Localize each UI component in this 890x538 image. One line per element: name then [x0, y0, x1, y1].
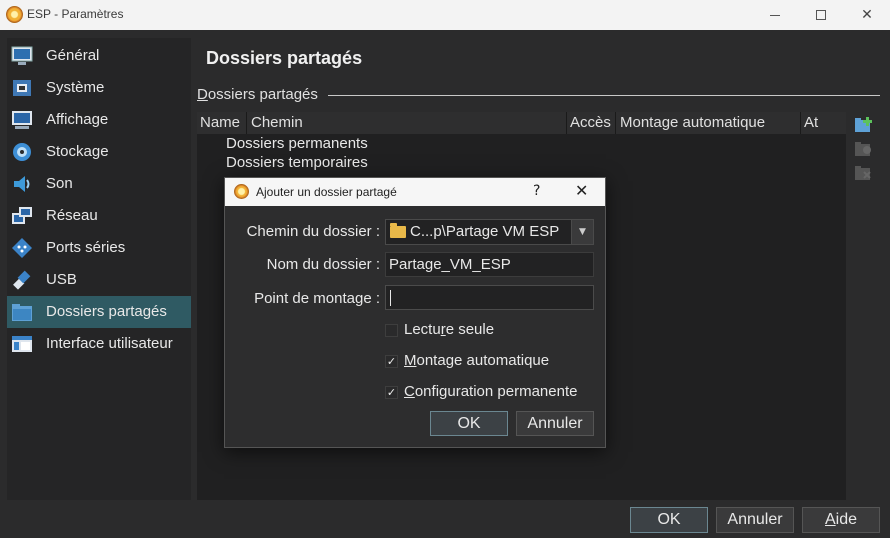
folder-path-label: Chemin du dossier :	[246, 223, 380, 240]
column-separator[interactable]	[566, 112, 567, 134]
help-mnemonic: A	[824, 511, 836, 528]
shared-folder-icon	[12, 304, 32, 321]
maximize-button[interactable]	[798, 0, 844, 30]
automount-label[interactable]: Montage automatique	[404, 352, 549, 369]
sidebar-item-label: Interface utilisateur	[46, 335, 173, 352]
readonly-label-b: e seule	[445, 321, 495, 338]
sidebar-item-network[interactable]: Réseau	[7, 200, 191, 232]
folder-icon	[390, 223, 406, 238]
sidebar-item-label: Ports séries	[46, 239, 126, 256]
folder-name-label: Nom du dossier :	[266, 256, 380, 273]
settings-sidebar: Général Système Affichage Stockage Son R…	[7, 38, 191, 500]
edit-folder-icon[interactable]	[854, 140, 874, 158]
add-folder-icon[interactable]	[854, 116, 874, 134]
column-header-automount[interactable]: Montage automatique	[620, 114, 765, 131]
automount-label-text: ontage automatique	[416, 352, 550, 369]
close-window-button[interactable]: ✕	[844, 0, 890, 30]
help-button[interactable]: Aide	[802, 507, 880, 533]
cancel-button[interactable]: Annuler	[716, 507, 794, 533]
automount-mnemonic: M	[404, 352, 417, 369]
usb-icon	[13, 270, 31, 290]
chevron-down-icon[interactable]: ▼	[571, 220, 593, 244]
remove-folder-icon[interactable]	[854, 164, 874, 182]
column-header-access[interactable]: Accès	[570, 114, 611, 131]
minimize-button[interactable]	[752, 0, 798, 30]
disk-icon	[13, 143, 31, 161]
readonly-label-a: Lectu	[404, 321, 441, 338]
sidebar-item-label: Général	[46, 47, 100, 64]
permanent-label-text: onfiguration permanente	[414, 383, 578, 400]
mount-point-label: Point de montage :	[254, 290, 380, 307]
tree-row-permanent-folders[interactable]: Dossiers permanents	[226, 135, 368, 152]
monitor-icon	[11, 46, 33, 65]
folder-path-value: C...p\Partage VM ESP	[410, 223, 560, 240]
network-icon	[12, 207, 32, 224]
group-label-mnemonic: D	[197, 86, 208, 103]
chip-icon	[13, 80, 31, 96]
dialog-cancel-button[interactable]: Annuler	[516, 411, 594, 436]
permanent-checkbox[interactable]: ✓	[385, 386, 398, 399]
group-label-text: ossiers partagés	[207, 86, 318, 103]
sidebar-item-display[interactable]: Affichage	[7, 104, 191, 136]
sidebar-item-storage[interactable]: Stockage	[7, 136, 191, 168]
sidebar-item-label: Dossiers partagés	[46, 303, 167, 320]
dialog-ok-button[interactable]: OK	[430, 411, 508, 436]
dialog-titlebar: Ajouter un dossier partagé ? ✕	[225, 178, 605, 206]
tree-row-temporary-folders[interactable]: Dossiers temporaires	[226, 154, 368, 171]
sidebar-item-label: Son	[46, 175, 73, 192]
sidebar-item-usb[interactable]: USB	[7, 264, 191, 296]
permanent-label[interactable]: Configuration permanente	[404, 383, 577, 400]
column-separator[interactable]	[615, 112, 616, 134]
automount-checkbox[interactable]: ✓	[385, 355, 398, 368]
display-icon	[12, 111, 32, 129]
readonly-label[interactable]: Lecture seule	[404, 321, 494, 338]
group-divider	[328, 95, 880, 96]
speaker-icon	[14, 176, 30, 192]
window-titlebar: ESP - Paramètres ✕	[0, 0, 890, 30]
ui-icon	[12, 336, 32, 352]
sidebar-item-label: Stockage	[46, 143, 109, 160]
help-label: ide	[835, 511, 858, 528]
sidebar-item-system[interactable]: Système	[7, 72, 191, 104]
window-title: ESP - Paramètres	[27, 7, 124, 21]
sidebar-item-label: USB	[46, 271, 77, 288]
page-title: Dossiers partagés	[206, 48, 363, 68]
dialog-title: Ajouter un dossier partagé	[256, 185, 397, 199]
permanent-mnemonic: C	[404, 383, 415, 400]
sidebar-item-label: Réseau	[46, 207, 98, 224]
virtualbox-app-icon	[234, 184, 249, 199]
serial-port-icon	[12, 238, 32, 258]
column-header-name[interactable]: Name	[200, 114, 240, 131]
shared-folders-group-label: Dossiers partagés	[197, 86, 318, 103]
close-icon: ✕	[861, 7, 873, 23]
table-toolbar	[854, 116, 876, 186]
dialog-help-button[interactable]: ?	[533, 183, 540, 199]
minimize-icon	[770, 14, 780, 16]
sidebar-item-user-interface[interactable]: Interface utilisateur	[7, 328, 191, 360]
sidebar-item-serial-ports[interactable]: Ports séries	[7, 232, 191, 264]
column-separator[interactable]	[800, 112, 801, 134]
sidebar-item-general[interactable]: Général	[7, 40, 191, 72]
column-header-path[interactable]: Chemin	[251, 114, 303, 131]
virtualbox-app-icon	[6, 6, 23, 23]
readonly-checkbox[interactable]	[385, 324, 398, 337]
folder-path-combobox[interactable]: C...p\Partage VM ESP ▼	[385, 219, 594, 245]
column-header-at[interactable]: At	[804, 114, 818, 131]
add-shared-folder-dialog: Ajouter un dossier partagé ? ✕ Chemin du…	[224, 177, 606, 448]
table-header: Name Chemin Accès Montage automatique At	[197, 112, 846, 134]
sidebar-item-audio[interactable]: Son	[7, 168, 191, 200]
mount-point-input[interactable]	[385, 285, 594, 310]
sidebar-item-label: Système	[46, 79, 105, 96]
dialog-close-button[interactable]: ✕	[575, 181, 588, 200]
ok-button[interactable]: OK	[630, 507, 708, 533]
column-separator[interactable]	[246, 112, 247, 134]
maximize-icon	[816, 10, 826, 20]
sidebar-item-label: Affichage	[46, 111, 109, 128]
folder-name-input[interactable]: Partage_VM_ESP	[385, 252, 594, 277]
sidebar-item-shared-folders[interactable]: Dossiers partagés	[7, 296, 191, 328]
text-caret	[390, 290, 391, 306]
